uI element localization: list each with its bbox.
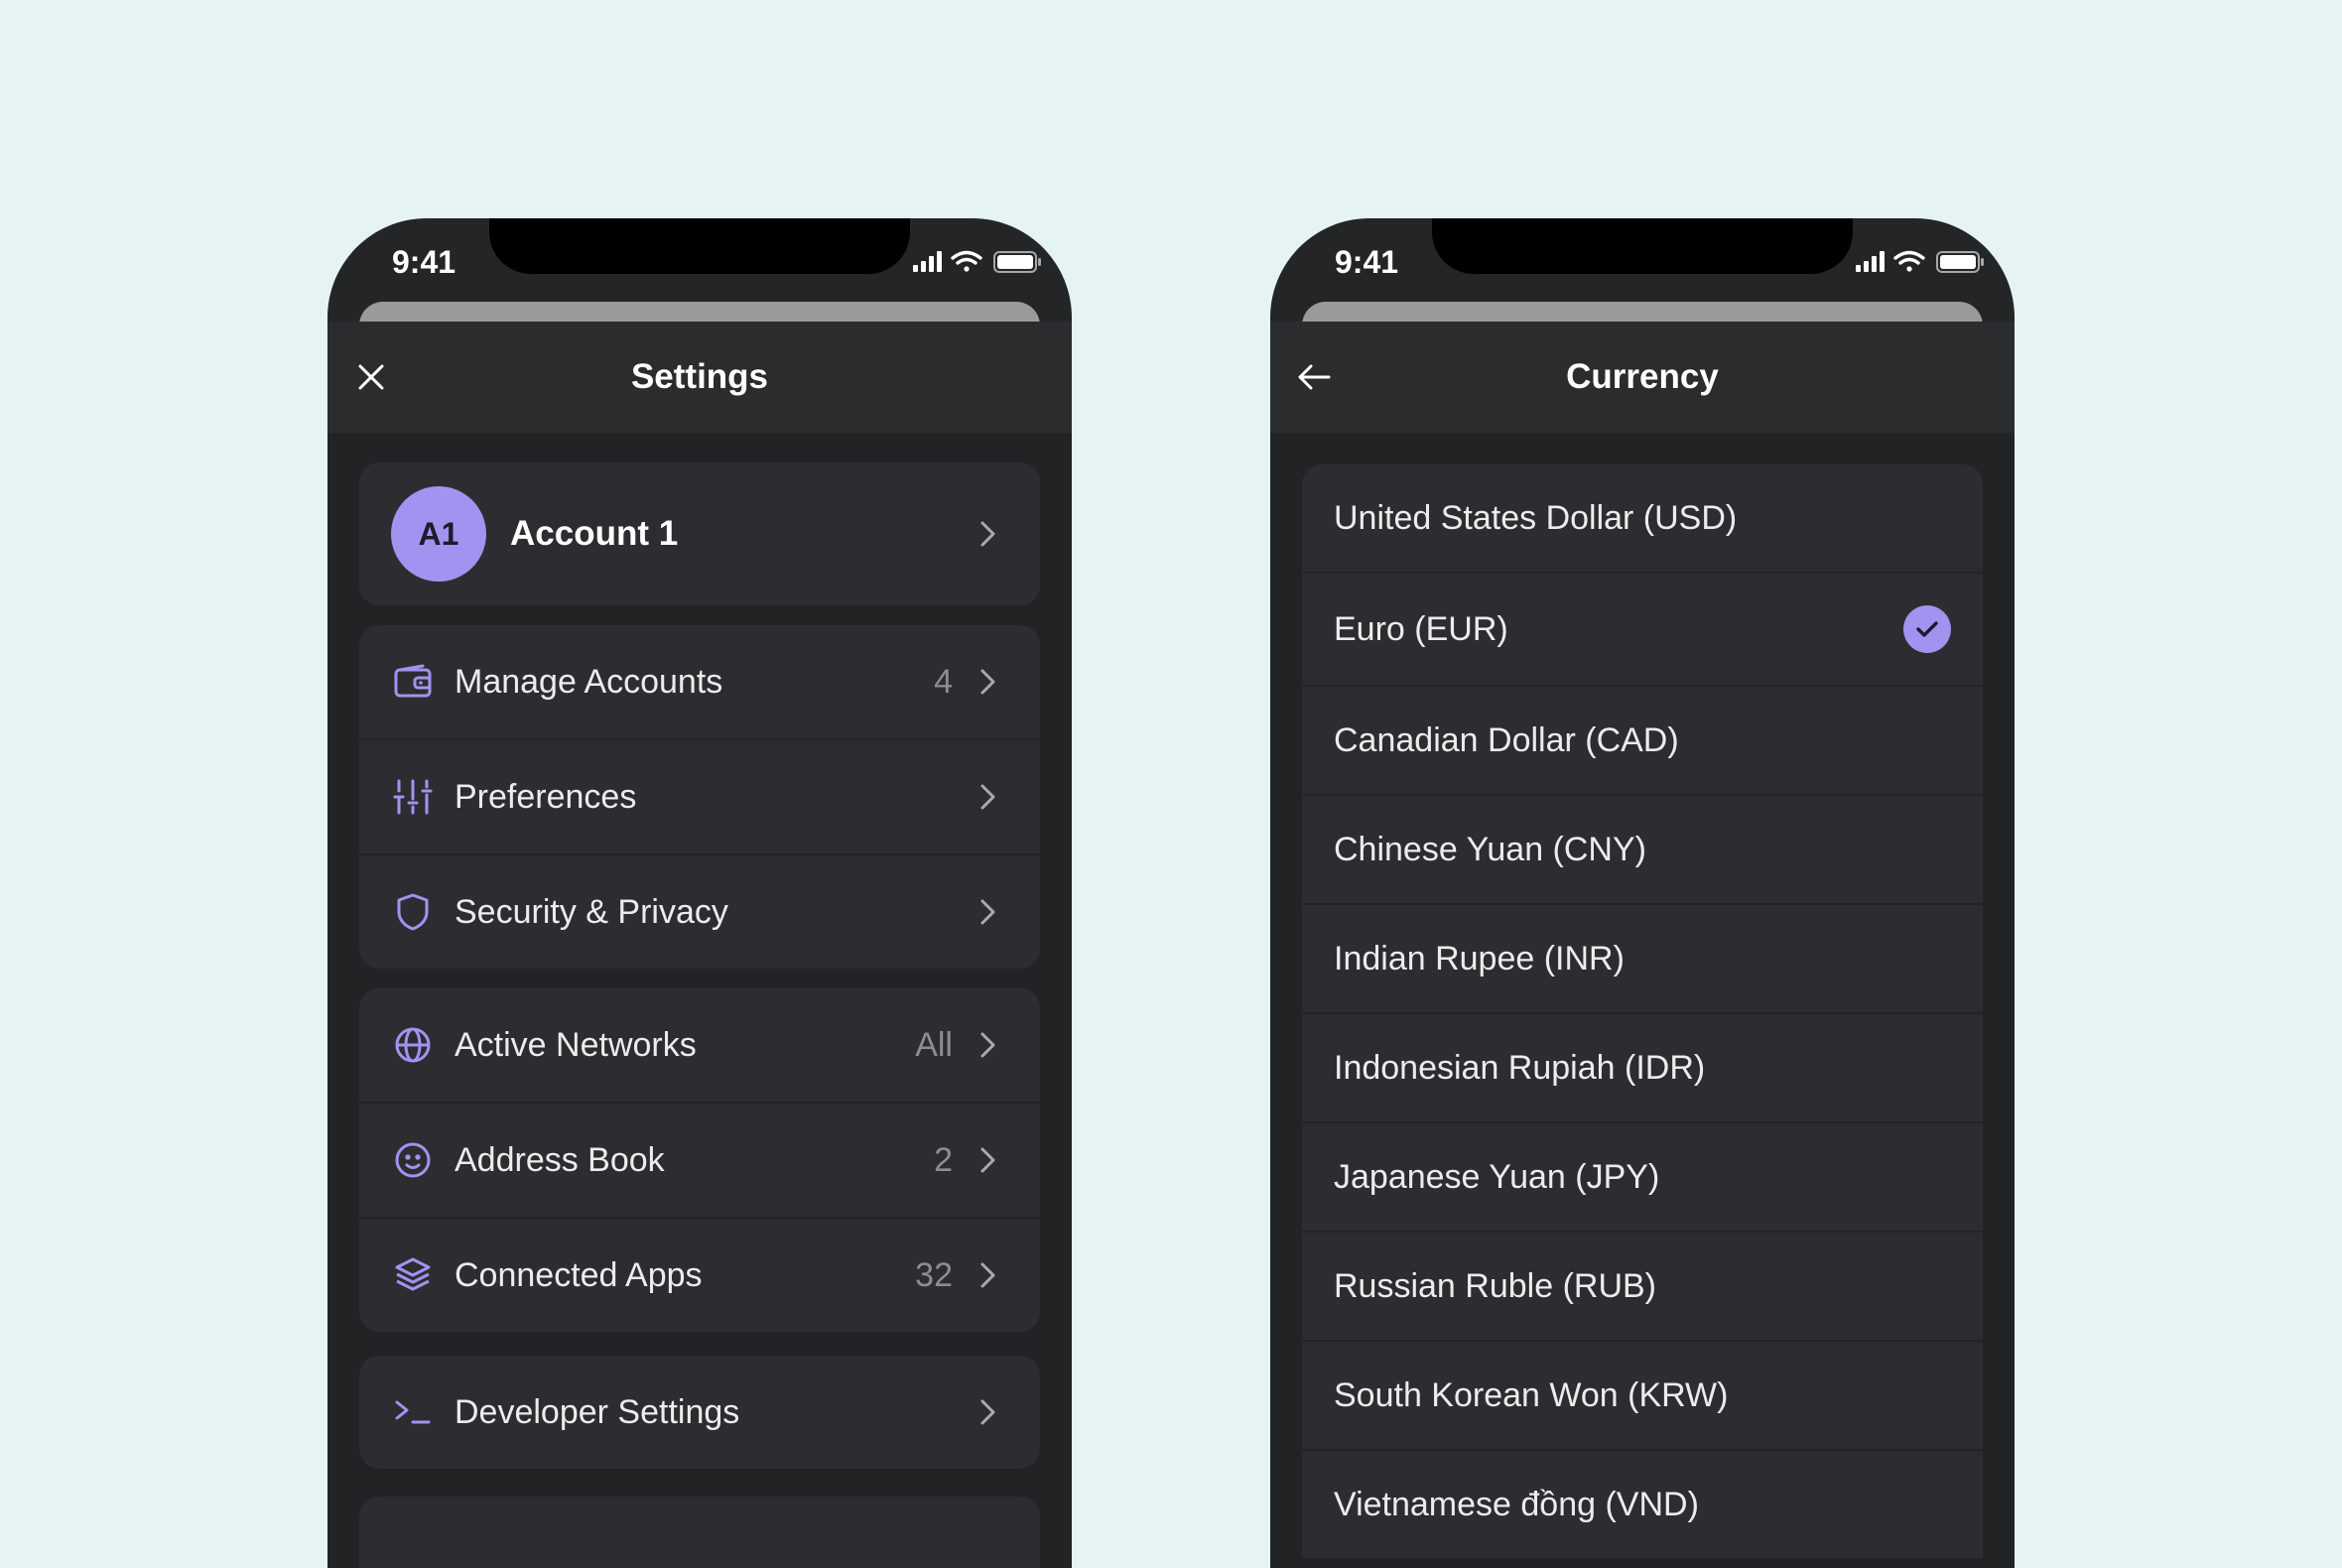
chevron-right-icon [976, 1399, 1000, 1425]
currency-label: Vietnamese đồng (VND) [1334, 1485, 1699, 1523]
settings-group-network: Active Networks All Address Book 2 Conne… [359, 988, 1040, 1332]
currency-header: Currency [1270, 322, 2015, 434]
status-icons [913, 250, 1044, 274]
row-label: Developer Settings [455, 1392, 740, 1431]
settings-row-developer-settings[interactable]: Developer Settings [359, 1356, 1040, 1469]
shield-icon [393, 892, 433, 932]
currency-phone: 9:41 Currency United States Dollar (USD)… [1270, 218, 2015, 1568]
notch [489, 218, 910, 274]
globe-icon [393, 1025, 433, 1065]
chevron-right-icon [976, 899, 1000, 925]
settings-row-connected-apps[interactable]: Connected Apps 32 [359, 1219, 1040, 1332]
settings-sheet: Settings A1 Account 1 Manage Accounts 4 … [327, 322, 1072, 1568]
currency-option[interactable]: Japanese Yuan (JPY) [1302, 1123, 1983, 1233]
currency-content: United States Dollar (USD) Euro (EUR) Cana… [1270, 433, 2015, 1568]
currency-option[interactable]: Indonesian Rupiah (IDR) [1302, 1014, 1983, 1123]
row-label: Active Networks [455, 1025, 697, 1064]
currency-option[interactable]: Euro (EUR) [1302, 574, 1983, 687]
currency-label: South Korean Won (KRW) [1334, 1375, 1729, 1414]
currency-option[interactable]: South Korean Won (KRW) [1302, 1342, 1983, 1451]
currency-label: United States Dollar (USD) [1334, 498, 1738, 537]
currency-label: Euro (EUR) [1334, 609, 1508, 648]
settings-header: Settings [327, 322, 1072, 434]
settings-row-manage-accounts[interactable]: Manage Accounts 4 [359, 625, 1040, 740]
smiley-icon [393, 1140, 433, 1180]
settings-content: A1 Account 1 Manage Accounts 4 Preferenc… [327, 433, 1072, 1568]
settings-group-developer: Developer Settings [359, 1356, 1040, 1469]
chevron-right-icon [976, 669, 1000, 695]
currency-option[interactable]: Chinese Yuan (CNY) [1302, 796, 1983, 905]
row-count: 4 [934, 662, 953, 701]
wifi-icon [951, 250, 982, 272]
currency-label: Russian Ruble (RUB) [1334, 1266, 1656, 1305]
settings-row-active-networks[interactable]: Active Networks All [359, 988, 1040, 1104]
wifi-icon [1893, 250, 1925, 272]
row-label: Security & Privacy [455, 892, 728, 931]
terminal-icon [393, 1392, 433, 1432]
chevron-right-icon [976, 784, 1000, 810]
currency-label: Japanese Yuan (JPY) [1334, 1157, 1660, 1196]
currency-list: United States Dollar (USD) Euro (EUR) Cana… [1302, 464, 1983, 1560]
settings-group-general: Manage Accounts 4 Preferences Security &… [359, 625, 1040, 969]
sliders-icon [393, 777, 433, 817]
settings-row-security-privacy[interactable]: Security & Privacy [359, 855, 1040, 969]
settings-group-more [359, 1497, 1040, 1568]
settings-row-address-book[interactable]: Address Book 2 [359, 1104, 1040, 1219]
currency-label: Canadian Dollar (CAD) [1334, 720, 1679, 759]
currency-label: Chinese Yuan (CNY) [1334, 830, 1646, 868]
currency-sheet: Currency United States Dollar (USD) Euro … [1270, 322, 2015, 1568]
wallet-icon [393, 662, 433, 702]
currency-option[interactable]: Canadian Dollar (CAD) [1302, 687, 1983, 796]
row-label: Address Book [455, 1140, 665, 1179]
chevron-right-icon [976, 521, 1000, 547]
status-time: 9:41 [1335, 244, 1399, 280]
account-row[interactable]: A1 Account 1 [359, 462, 1040, 605]
settings-phone: 9:41 Settings A1 Account 1 Manage Accoun… [327, 218, 1072, 1568]
chevron-right-icon [976, 1032, 1000, 1058]
row-label: Connected Apps [455, 1255, 703, 1294]
status-icons [1856, 250, 1987, 274]
avatar: A1 [391, 486, 486, 582]
currency-option[interactable]: Russian Ruble (RUB) [1302, 1233, 1983, 1342]
account-name: Account 1 [510, 514, 679, 553]
row-count: 2 [934, 1140, 953, 1179]
chevron-right-icon [976, 1147, 1000, 1173]
row-label: Preferences [455, 777, 637, 816]
chevron-right-icon [976, 1262, 1000, 1288]
status-time: 9:41 [392, 244, 456, 280]
checkmark-icon [1903, 605, 1951, 653]
battery-icon [993, 251, 1041, 273]
page-title: Settings [630, 357, 769, 396]
currency-option[interactable]: Vietnamese đồng (VND) [1302, 1451, 1983, 1560]
currency-label: Indonesian Rupiah (IDR) [1334, 1048, 1706, 1087]
row-label: Manage Accounts [455, 662, 723, 701]
page-title: Currency [1566, 357, 1719, 396]
notch [1432, 218, 1853, 274]
account-card[interactable]: A1 Account 1 [359, 462, 1040, 605]
layers-icon [393, 1255, 433, 1295]
row-count: 32 [915, 1255, 953, 1294]
settings-row-preferences[interactable]: Preferences [359, 740, 1040, 855]
currency-option[interactable]: Indian Rupee (INR) [1302, 905, 1983, 1014]
signal-icon [913, 251, 942, 272]
battery-icon [1936, 251, 1984, 273]
currency-label: Indian Rupee (INR) [1334, 939, 1625, 978]
currency-option[interactable]: United States Dollar (USD) [1302, 464, 1983, 574]
row-value: All [915, 1025, 953, 1064]
signal-icon [1856, 251, 1885, 272]
